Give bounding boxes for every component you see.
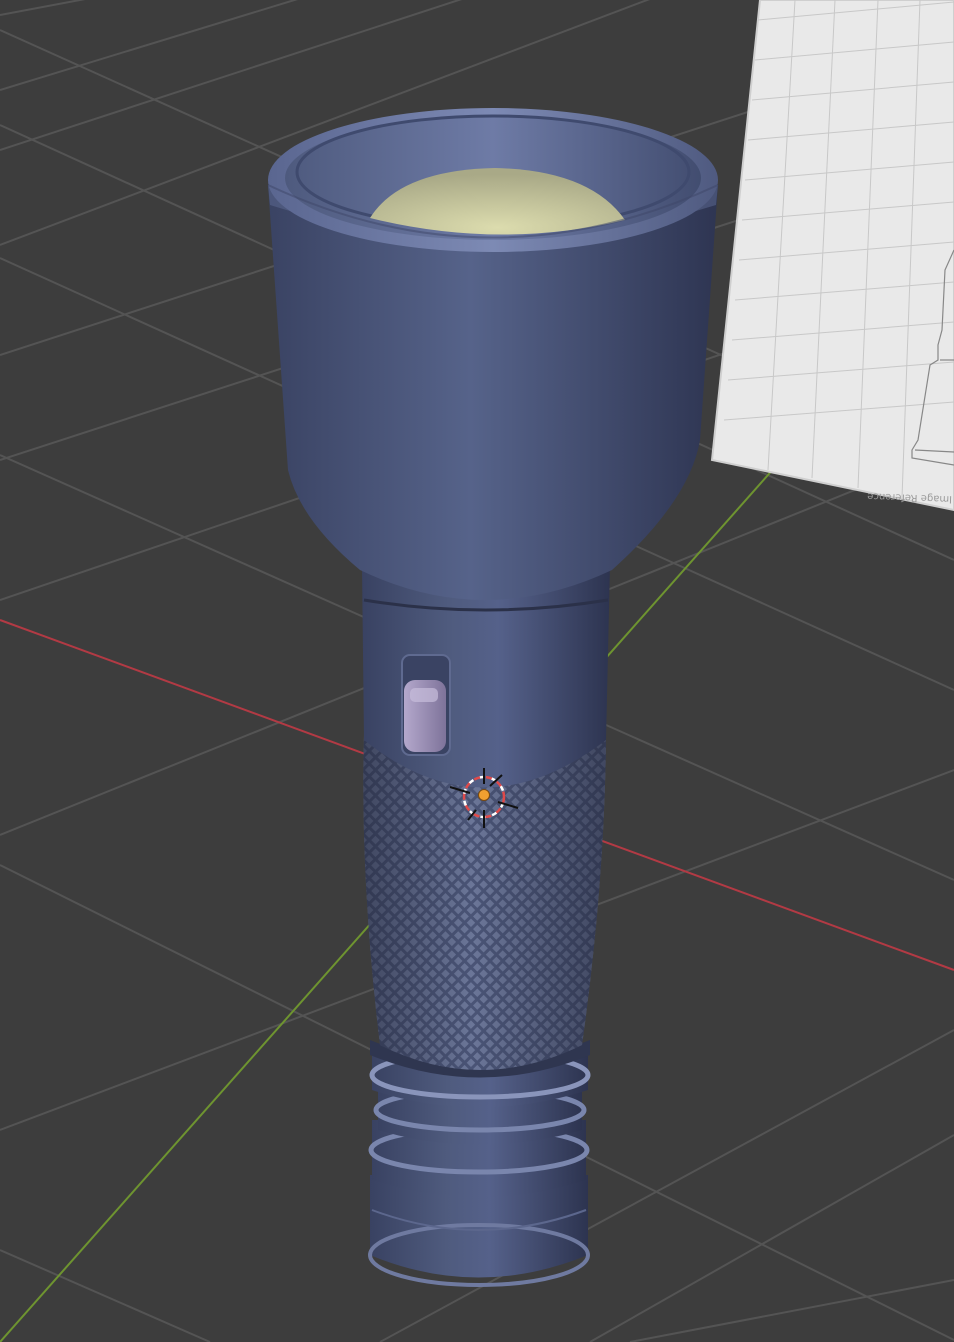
power-switch[interactable] xyxy=(401,654,451,756)
flashlight-model[interactable] xyxy=(267,108,719,1287)
3d-viewport[interactable]: Image Reference xyxy=(0,0,954,1342)
viewport-scene[interactable]: Image Reference xyxy=(0,0,954,1342)
reference-image-plane[interactable]: Image Reference xyxy=(710,0,954,512)
